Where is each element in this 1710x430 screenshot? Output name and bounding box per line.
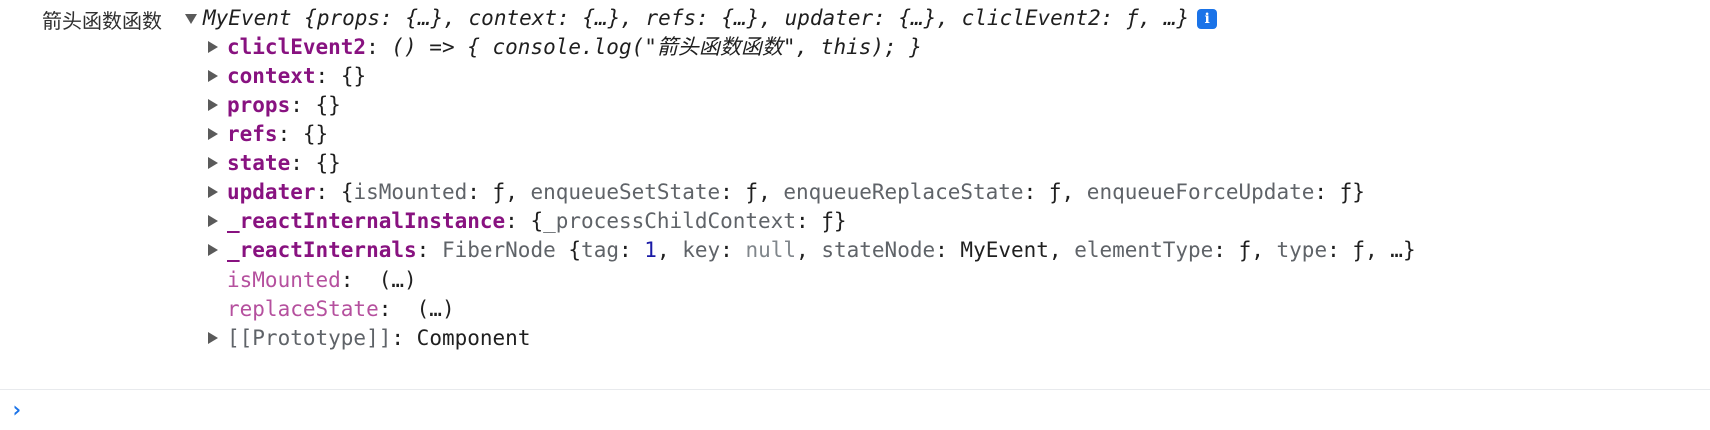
property-key: cliclEvent2 [227,35,367,59]
colon: : [720,238,746,262]
preview-key: isMounted [353,180,468,204]
comma: , [656,238,683,262]
brace: { [555,238,582,262]
expand-triangle-icon[interactable] [208,215,218,227]
preview-key: key [682,238,721,262]
property-separator: : [378,297,417,321]
property-key: _reactInternals [227,238,417,262]
preview-value: : ƒ} [1314,180,1365,204]
log-message-label: 箭头函数函数 [42,9,162,33]
comma: , [796,238,822,262]
property-separator: : [340,268,379,292]
property-row-prototype[interactable]: [[Prototype]]: Component [227,323,530,353]
preview-value: : ƒ} [795,209,847,233]
preview-key: stateNode [821,238,936,262]
preview-value: : ƒ, [467,180,531,204]
property-row-react-internal-instance[interactable]: _reactInternalInstance: {_processChildCo… [227,206,847,236]
property-separator: : [505,209,531,233]
expand-triangle-icon[interactable] [208,332,218,344]
object-class-name: MyEvent [203,6,292,30]
console-prompt-icon[interactable]: › [10,398,23,424]
preview-key: enqueueReplaceState [783,180,1024,204]
property-row-context[interactable]: context: {} [227,61,366,91]
object-preview: {props: {…}, context: {…}, refs: {…}, up… [304,6,1190,30]
property-key: isMounted [227,268,341,292]
preview-value: : ƒ, [1213,238,1277,262]
object-type: FiberNode [441,238,556,262]
preview-value: : MyEvent, [935,238,1075,262]
property-separator: : [277,122,303,146]
property-separator: : [315,180,341,204]
preview-key: type [1276,238,1328,262]
brace: { [530,209,544,233]
preview-key: enqueueSetState [530,180,721,204]
property-separator: : [391,326,417,350]
getter-value[interactable]: (…) [379,268,417,292]
expand-triangle-icon[interactable] [208,70,218,82]
property-row-refs[interactable]: refs: {} [227,119,328,149]
property-value: {} [340,64,367,88]
property-row-react-internals[interactable]: _reactInternals: FiberNode {tag: 1, key:… [227,235,1416,265]
property-row-updater[interactable]: updater: {isMounted: ƒ, enqueueSetState:… [227,177,1365,207]
property-row-props[interactable]: props: {} [227,90,341,120]
preview-key: _processChildContext [543,209,796,233]
expand-triangle-icon[interactable] [208,41,218,53]
preview-key: enqueueForceUpdate [1086,180,1315,204]
object-summary[interactable]: MyEvent {props: {…}, context: {…}, refs:… [203,3,1218,33]
property-value: () => { console.log("箭头函数函数", this); } [391,35,922,59]
expand-triangle-icon[interactable] [208,128,218,140]
collapse-triangle-icon[interactable] [185,14,197,24]
expand-triangle-icon[interactable] [208,186,218,198]
property-value: {} [315,151,341,175]
property-row-state[interactable]: state: {} [227,148,341,178]
preview-key: tag [581,238,619,262]
console-divider [0,389,1710,390]
property-separator: : [290,151,316,175]
property-key: refs [227,122,278,146]
property-key: _reactInternalInstance [227,209,506,233]
property-row-isMounted[interactable]: isMounted: (…) [227,265,417,295]
null-value: null [745,238,797,262]
property-key: context [227,64,316,88]
expand-triangle-icon[interactable] [208,157,218,169]
preview-value: : ƒ, [720,180,784,204]
number-value: 1 [644,238,657,262]
property-row-replaceState[interactable]: replaceState: (…) [227,294,455,324]
property-key: [[Prototype]] [227,326,392,350]
property-separator: : [315,64,341,88]
expand-triangle-icon[interactable] [208,244,218,256]
brace: { [340,180,354,204]
property-key: replaceState [227,297,379,321]
property-value: Component [416,326,531,350]
property-value: {} [302,122,329,146]
property-value: {} [315,93,341,117]
colon: : [618,238,645,262]
property-row-cliclEvent2[interactable]: cliclEvent2: () => { console.log("箭头函数函数… [227,32,922,62]
getter-value[interactable]: (…) [417,297,455,321]
property-key: updater [227,180,316,204]
property-key: state [227,151,291,175]
property-key: props [227,93,291,117]
expand-triangle-icon[interactable] [208,99,218,111]
info-icon[interactable]: i [1197,9,1218,29]
property-separator: : [290,93,316,117]
preview-value: : ƒ, [1023,180,1087,204]
preview-key: elementType [1074,238,1214,262]
preview-value: : ƒ, …} [1327,238,1416,262]
property-separator: : [416,238,442,262]
property-separator: : [366,35,392,59]
